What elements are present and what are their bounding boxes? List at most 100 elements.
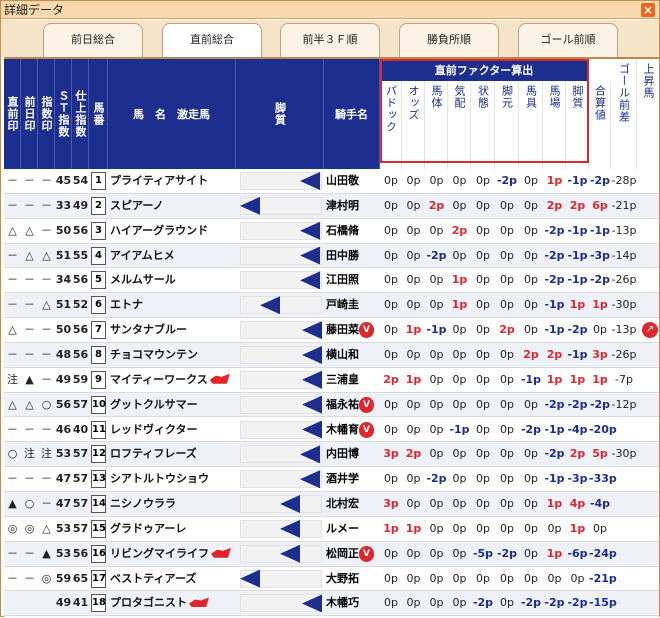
horse-name-cell[interactable]: リビングマイライフ bbox=[110, 542, 235, 566]
table-row[interactable]: △ △ － 50 56 3 ハイアーグラウンド 石橋脩 0p 0p 0p 2p 0p 0p 0p -2p -1p… bbox=[4, 219, 659, 244]
table-row[interactable]: ○ 注注 53 57 12 ロフティフレーズ 内田博 3p 2p 0p 0p 0p 0p 0p -2p 2p 5… bbox=[4, 442, 659, 468]
factor-value: 0p bbox=[547, 521, 562, 535]
jockey-name[interactable]: 津村明 bbox=[324, 194, 380, 218]
rise-arrow-icon[interactable]: ↗ bbox=[642, 322, 658, 339]
horse-name[interactable]: ベストティアーズ bbox=[110, 572, 196, 585]
chokuzen-mark: ○ bbox=[7, 447, 18, 461]
table-row[interactable]: 注 ▲ － 49 59 9 マイティーワークス 三浦皇 2p 1p 0p 0p 0p 0p -1p 1p 1p 1… bbox=[4, 368, 659, 393]
horse-name[interactable]: レッドヴィクター bbox=[110, 423, 198, 436]
jockey-name[interactable]: 田中勝 bbox=[324, 244, 380, 268]
horse-name-cell[interactable]: レッドヴィクター bbox=[110, 418, 235, 442]
jockey-name[interactable]: 横山和 bbox=[324, 343, 380, 367]
factor-value: 0p bbox=[452, 596, 467, 610]
jockey-name[interactable]: 内田博 bbox=[324, 442, 380, 466]
table-row[interactable]: － △ △ 51 55 4 アイアムヒメ 田中勝 0p 0p -2p 0p 0p 0p 0p -2p -1p -3… bbox=[4, 243, 659, 269]
factor-value: 0p bbox=[384, 223, 398, 237]
horse-name[interactable]: エトナ bbox=[110, 298, 143, 311]
jockey-name[interactable]: 大野拓 bbox=[324, 567, 380, 591]
table-row[interactable]: － － ◎ 59 65 17 ベストティアーズ 大野拓 0p 0p 0p 0p 0p 0p 0p 0p 0p -2… bbox=[4, 567, 659, 592]
table-row[interactable]: －－－ 48 56 8 チョコマウンテン 横山和 0p 0p 0p 0p 0p 0p 2p 2p -1p 3p… bbox=[4, 342, 659, 368]
factor-value: 0p bbox=[429, 422, 444, 436]
horse-name-cell[interactable]: マイティーワークス bbox=[110, 368, 235, 392]
horse-name[interactable]: プロタゴニスト bbox=[110, 596, 187, 609]
horse-name-cell[interactable]: グットクルサマー bbox=[110, 393, 235, 417]
table-row[interactable]: ◎ ◎ △ 53 57 15 グラドゥアーレ ルメー 1p 1p 0p 0p 0p 0p 0p 0p 1p 0p bbox=[4, 517, 659, 542]
horse-name-cell[interactable]: メルムサール bbox=[110, 268, 235, 292]
factor-value: 2p bbox=[499, 323, 515, 337]
horse-name[interactable]: ニシノウララ bbox=[110, 497, 176, 510]
goal-sa-value: -21p bbox=[611, 198, 637, 212]
horse-name-cell[interactable]: ニシノウララ bbox=[110, 492, 235, 516]
factor-value: 0p bbox=[500, 596, 514, 610]
shisu-mark: － bbox=[41, 497, 52, 511]
horse-name[interactable]: メルムサール bbox=[110, 273, 176, 286]
umaban-box: 12 bbox=[91, 445, 106, 464]
factor-value: 0p bbox=[406, 422, 421, 436]
horse-name[interactable]: ハイアーグラウンド bbox=[110, 224, 208, 237]
factor-value: -2p bbox=[426, 248, 447, 262]
horse-name[interactable]: マイティーワークス bbox=[110, 373, 208, 386]
horse-name-cell[interactable]: スピアーノ bbox=[110, 194, 235, 218]
horse-name[interactable]: サンタナブルー bbox=[110, 323, 187, 336]
st-index: 53 bbox=[55, 546, 72, 560]
horse-name-cell[interactable]: プライティアサイト bbox=[110, 169, 235, 193]
horse-name-cell[interactable]: エトナ bbox=[110, 293, 235, 317]
table-row[interactable]: 49 41 18 プロタゴニスト 木幡巧 0p 0p 0p 0p -2p 0p -2p -2p -2p -1… bbox=[4, 591, 659, 617]
horse-name[interactable]: プライティアサイト bbox=[110, 174, 208, 187]
horse-name[interactable]: リビングマイライフ bbox=[110, 547, 209, 560]
jockey-name[interactable]: 酒井学 bbox=[324, 467, 380, 491]
umaban-box: 10 bbox=[91, 395, 106, 414]
table-row[interactable]: －－－ 45 54 1 プライティアサイト 山田敬 0p 0p 0p 0p 0p -2p 0p 1p -1p… bbox=[4, 169, 659, 194]
tab-goal-mae[interactable]: ゴール前順 bbox=[518, 23, 618, 57]
factor-value: 0p bbox=[524, 571, 538, 585]
st-index: 50 bbox=[55, 323, 72, 337]
horse-name[interactable]: スピアーノ bbox=[110, 199, 164, 212]
jockey-name[interactable]: 石橋脩 bbox=[324, 219, 380, 243]
tab-zenhan-3f[interactable]: 前半３Ｆ順 bbox=[280, 23, 380, 57]
jockey-name[interactable]: 山田敬 bbox=[324, 169, 380, 193]
jockey-name[interactable]: 三浦皇 bbox=[324, 368, 380, 392]
tab-chokuzen-sogo[interactable]: 直前総合 bbox=[162, 23, 262, 58]
table-row[interactable]: －－－ 34 56 5 メルムサール 江田照 0p 0p 0p 1p 0p 0p 0p -2p -1p -2p… bbox=[4, 268, 659, 294]
table-row[interactable]: －－－ 47 57 13 シアトルトウショウ 酒井学 0p 0p -2p 0p 0p 0p 0p -1p -… bbox=[4, 467, 659, 493]
table-row[interactable]: －－－ 33 49 2 スピアーノ 津村明 0p 0p 2p 0p 0p 0p 0p 2p 2p 6p -21p bbox=[4, 193, 659, 219]
jockey-name[interactable]: 木幡巧 bbox=[324, 591, 380, 615]
jockey-name[interactable]: ルメー bbox=[324, 517, 380, 541]
horse-name[interactable]: チョコマウンテン bbox=[110, 348, 198, 361]
table-row[interactable]: △ △ ○ 56 57 10 グットクルサマー 福永祐 V 0p 0p 0p 0p 0p 0p 0p -2p -2… bbox=[4, 392, 659, 418]
horse-name[interactable]: ロフティフレーズ bbox=[110, 447, 197, 460]
umaban-box: 18 bbox=[91, 594, 106, 613]
horse-name-cell[interactable]: ハイアーグラウンド bbox=[110, 219, 235, 243]
horse-name-cell[interactable]: シアトルトウショウ bbox=[110, 467, 235, 491]
table-row[interactable]: －－－ 46 40 11 レッドヴィクター 木幡育 V 0p 0p 0p -1p 0p 0p -2p -1p… bbox=[4, 418, 659, 443]
tab-shobudokoro[interactable]: 勝負所順 bbox=[399, 23, 499, 57]
factor-value: -1p bbox=[544, 323, 565, 337]
factor-value: 0p bbox=[524, 298, 538, 312]
horse-name-cell[interactable]: チョコマウンテン bbox=[110, 343, 235, 367]
horse-name[interactable]: グットクルサマー bbox=[110, 398, 198, 411]
table-row[interactable]: －－ ▲ 53 56 16 リビングマイライフ 松岡正 V 0p 0p 0p 0p -5p -2p 0p 1p… bbox=[4, 541, 659, 567]
horse-name-cell[interactable]: ロフティフレーズ bbox=[110, 442, 235, 466]
factor-value: 0p bbox=[547, 571, 562, 585]
table-row[interactable]: －－ △ 51 52 6 エトナ 戸崎圭 0p 0p 0p 1p 0p 0p 0p -1p 1p 1p -30p bbox=[4, 293, 659, 319]
tab-zenjitsu-sogo[interactable]: 前日総合 bbox=[43, 23, 143, 57]
horse-name[interactable]: アイアムヒメ bbox=[110, 249, 175, 262]
factor-value: 2p bbox=[569, 447, 586, 461]
horse-name-cell[interactable]: ベストティアーズ bbox=[110, 567, 235, 591]
leg-track bbox=[240, 296, 322, 315]
jockey-name[interactable]: 江田照 bbox=[324, 268, 380, 292]
zenjitsu-mark: － bbox=[24, 298, 35, 312]
close-icon[interactable]: × bbox=[641, 3, 655, 17]
jockey-name[interactable]: 北村宏 bbox=[324, 492, 380, 516]
horse-name[interactable]: シアトルトウショウ bbox=[110, 472, 209, 485]
chokuzen-mark: ◎ bbox=[7, 521, 18, 535]
horse-name-cell[interactable]: アイアムヒメ bbox=[110, 244, 235, 268]
horse-name-cell[interactable]: サンタナブルー bbox=[110, 318, 235, 342]
jockey-name[interactable]: 戸崎圭 bbox=[324, 293, 380, 317]
horse-name-cell[interactable]: プロタゴニスト bbox=[110, 591, 235, 615]
table-row[interactable]: ▲ ○ － 47 57 14 ニシノウララ 北村宏 3p 0p 0p 0p 0p 0p 0p 1p 4p -4p bbox=[4, 492, 659, 517]
table-row[interactable]: △ －－ 50 56 7 サンタナブルー 藤田菜 V 0p 1p -1p 0p 0p 2p 0p -1p -2p… bbox=[4, 318, 659, 343]
horse-name-cell[interactable]: グラドゥアーレ bbox=[110, 517, 235, 541]
factor-value: 0p bbox=[384, 347, 398, 361]
horse-name[interactable]: グラドゥアーレ bbox=[110, 522, 186, 535]
